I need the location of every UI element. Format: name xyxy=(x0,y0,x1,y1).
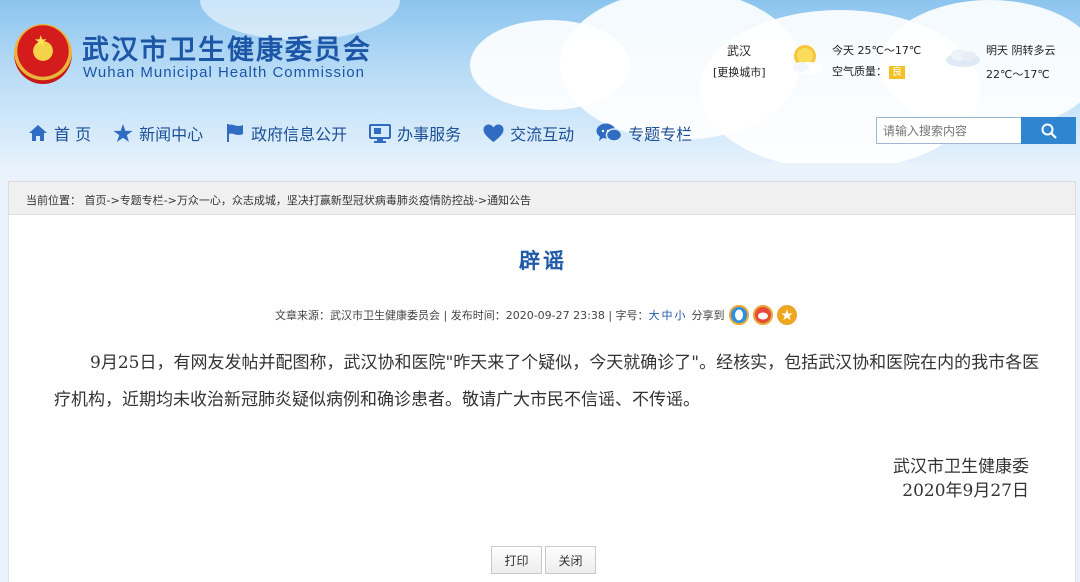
air-quality-label: 空气质量： xyxy=(832,65,887,78)
site-title-en: Wuhan Municipal Health Commission xyxy=(83,64,365,81)
meta-divider: | xyxy=(604,308,616,322)
search-icon xyxy=(1041,123,1057,139)
meta-divider: | xyxy=(440,308,451,322)
article-body: 9月25日，有网友发帖并配图称，武汉协和医院"昨天来了个疑似，今天就确诊了"。经… xyxy=(54,353,1040,410)
nav-item-label: 政府信息公开 xyxy=(251,125,348,144)
change-city-link[interactable]: [更换城市] xyxy=(713,64,766,80)
qzone-share-icon[interactable] xyxy=(776,305,797,325)
national-emblem-logo[interactable]: ★ xyxy=(14,24,72,84)
breadcrumb-prefix: 当前位置： xyxy=(26,194,81,207)
heart-icon xyxy=(483,124,504,142)
font-size-label: 字号： xyxy=(615,309,649,322)
breadcrumb: 当前位置： 首页->专题专栏->万众一心，众志成城，坚决打赢新型冠状病毒肺炎疫情… xyxy=(8,181,1076,215)
air-quality: 空气质量：良 xyxy=(832,63,905,79)
article-signature-block: 武汉市卫生健康委 2020年9月27日 xyxy=(893,455,1029,503)
cloudy-icon xyxy=(946,49,980,67)
share-label: 分享到 xyxy=(691,309,725,322)
font-size-medium[interactable]: 中 xyxy=(662,307,673,323)
nav-item-label: 首 页 xyxy=(54,125,92,144)
font-size-small[interactable]: 小 xyxy=(675,307,686,323)
nav-item-label: 办事服务 xyxy=(397,125,462,144)
nav-item-news[interactable]: 新闻中心 xyxy=(113,121,203,145)
star-icon xyxy=(780,309,793,321)
weather-today: 今天 25℃～17℃ xyxy=(832,44,922,57)
qq-share-icon[interactable] xyxy=(728,305,749,325)
article-actions: 打印 关闭 xyxy=(491,546,599,574)
search-input[interactable] xyxy=(876,117,1022,144)
nav-item-label: 专题专栏 xyxy=(628,125,693,144)
breadcrumb-item-campaign[interactable]: 万众一心，众志成城，坚决打赢新型冠状病毒肺炎疫情防控战 xyxy=(177,194,474,207)
sun-cloud-icon xyxy=(793,45,823,74)
home-icon xyxy=(29,125,47,141)
print-button[interactable]: 打印 xyxy=(491,546,542,574)
article-card: 辟谣 文章来源： 武汉市卫生健康委员会 | 发布时间： 2020-09-27 2… xyxy=(8,215,1076,582)
weather-tomorrow: 明天 阴转多云 xyxy=(986,44,1056,57)
source-value: 武汉市卫生健康委员会 xyxy=(330,309,440,322)
breadcrumb-item-notices[interactable]: 通知公告 xyxy=(487,194,531,207)
sign-date: 2020年9月27日 xyxy=(902,481,1029,501)
font-size-large[interactable]: 大 xyxy=(649,307,660,323)
weibo-share-icon[interactable] xyxy=(752,305,773,325)
nav-item-services[interactable]: 办事服务 xyxy=(369,121,461,145)
main-nav: 首 页 新闻中心 政府信息公开 办事服务 交流互动 专题专栏 xyxy=(28,118,714,148)
nav-item-label: 新闻中心 xyxy=(139,125,204,144)
chat-icon xyxy=(596,123,623,142)
breadcrumb-separator: -> xyxy=(473,194,488,207)
flag-icon xyxy=(227,124,244,142)
penguin-icon xyxy=(734,309,743,321)
nav-item-gov-info[interactable]: 政府信息公开 xyxy=(225,121,347,145)
weather-city: 武汉 xyxy=(727,44,752,58)
air-quality-badge: 良 xyxy=(889,66,905,79)
search-button[interactable] xyxy=(1021,117,1076,144)
nav-item-special[interactable]: 专题专栏 xyxy=(596,121,692,145)
breadcrumb-item-home[interactable]: 首页 xyxy=(85,194,107,207)
star-icon xyxy=(113,123,133,142)
site-header: ★ 武汉市卫生健康委员会 Wuhan Municipal Health Comm… xyxy=(0,0,1080,163)
article-title: 辟谣 xyxy=(519,249,567,273)
weather-tomorrow-temp: 22℃～17℃ xyxy=(986,68,1050,81)
nav-item-home[interactable]: 首 页 xyxy=(28,121,91,145)
breadcrumb-separator: -> xyxy=(163,194,177,207)
emblem-star-icon: ★ xyxy=(34,32,48,50)
date-label: 发布时间： xyxy=(450,309,506,322)
breadcrumb-item-special[interactable]: 专题专栏 xyxy=(120,194,164,207)
site-title-cn: 武汉市卫生健康委员会 xyxy=(82,35,372,66)
weibo-icon xyxy=(757,312,768,320)
nav-item-label: 交流互动 xyxy=(510,125,575,144)
breadcrumb-separator: -> xyxy=(106,194,120,207)
signature: 武汉市卫生健康委 xyxy=(893,457,1029,477)
article-meta: 文章来源： 武汉市卫生健康委员会 | 发布时间： 2020-09-27 23:3… xyxy=(275,305,797,325)
nav-item-interaction[interactable]: 交流互动 xyxy=(483,121,574,145)
date-value: 2020-09-27 23:38 xyxy=(505,308,605,322)
monitor-icon xyxy=(369,123,392,143)
close-button[interactable]: 关闭 xyxy=(545,546,596,574)
source-label: 文章来源： xyxy=(275,309,330,322)
